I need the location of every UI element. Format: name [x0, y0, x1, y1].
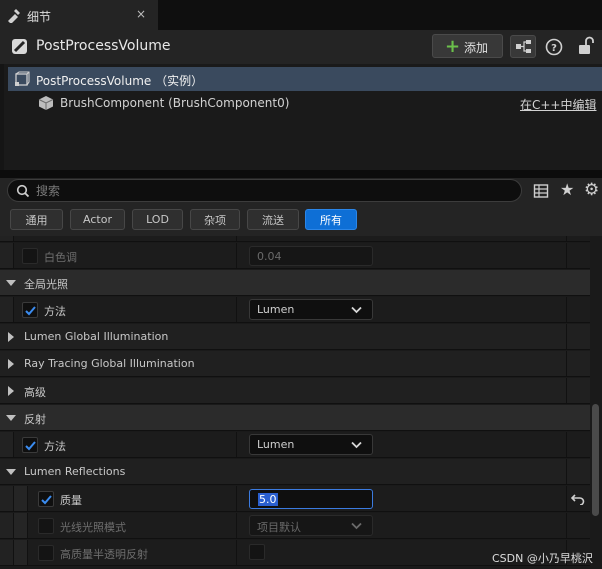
white-tint-checkbox[interactable]	[22, 248, 38, 264]
chevron-down-icon	[6, 469, 16, 475]
cube-icon	[38, 96, 54, 110]
filter-actor-button[interactable]: Actor	[70, 209, 125, 230]
property-row-ray-lighting-mode: 光线光照模式 项目默认	[0, 513, 590, 539]
details-icon	[8, 9, 20, 23]
filter-general-button[interactable]: 通用	[10, 209, 63, 230]
hq-translucency-value-checkbox[interactable]	[249, 544, 265, 560]
gi-method-checkbox[interactable]	[22, 302, 38, 318]
gi-method-label: 方法	[44, 305, 66, 318]
tree-item-brush-component[interactable]: BrushComponent (BrushComponent0) 在C++中编辑	[8, 91, 602, 115]
filter-lod-button[interactable]: LOD	[132, 209, 183, 230]
group-label: 高级	[24, 386, 46, 399]
property-row-gi-method: 方法 Lumen	[0, 297, 590, 323]
filter-all-button[interactable]: 所有	[305, 209, 357, 230]
category-label: 反射	[24, 413, 46, 426]
chevron-right-icon	[8, 332, 14, 342]
actor-instance-icon	[15, 71, 30, 86]
quality-checkbox[interactable]	[38, 491, 54, 507]
search-icon	[16, 184, 30, 198]
tab-details[interactable]: 细节 ×	[0, 0, 158, 30]
reset-to-default-icon[interactable]	[571, 493, 585, 505]
svg-text:?: ?	[551, 43, 557, 54]
chevron-down-icon	[351, 441, 362, 449]
filter-row: 通用 Actor LOD 杂项 流送 所有	[0, 206, 602, 236]
tab-bar: 细节 ×	[0, 0, 602, 30]
tree-item-label: PostProcessVolume （实例）	[36, 74, 204, 88]
blueprint-button[interactable]	[510, 35, 536, 58]
group-lumen-reflections[interactable]: Lumen Reflections	[0, 459, 590, 485]
quality-value: 5.0	[258, 493, 278, 506]
checkmark-icon	[25, 441, 36, 451]
white-tint-field[interactable]: 0.04	[249, 246, 373, 266]
details-header: PostProcessVolume + 添加 ?	[0, 30, 602, 64]
post-process-volume-icon	[12, 39, 27, 54]
white-tint-label: 白色调	[44, 251, 77, 264]
lock-icon[interactable]	[577, 36, 595, 56]
object-title: PostProcessVolume	[36, 38, 171, 54]
property-row-white-tint: 白色调 0.04	[0, 243, 590, 269]
search-box	[7, 179, 522, 202]
group-ray-tracing-global-illumination[interactable]: Ray Tracing Global Illumination	[0, 351, 590, 377]
chevron-down-icon	[6, 415, 16, 421]
star-icon[interactable]: ★	[560, 180, 574, 199]
chevron-down-icon	[351, 522, 362, 530]
filter-streaming-button[interactable]: 流送	[247, 209, 299, 230]
scrollbar-track[interactable]	[590, 236, 602, 569]
add-component-button[interactable]: + 添加	[432, 34, 503, 58]
tree-item-label: BrushComponent (BrushComponent0)	[60, 96, 290, 110]
component-tree: PostProcessVolume （实例） BrushComponent (B…	[4, 64, 602, 170]
gi-method-dropdown[interactable]: Lumen	[249, 299, 373, 320]
group-advanced[interactable]: 高级	[0, 378, 590, 404]
gi-method-value: Lumen	[257, 303, 295, 316]
tree-item-post-process-volume[interactable]: PostProcessVolume （实例）	[8, 67, 602, 91]
checkmark-icon	[41, 495, 52, 505]
watermark: CSDN @小乃早桃沢	[492, 552, 593, 565]
reflection-method-dropdown[interactable]: Lumen	[249, 434, 373, 455]
reflection-method-value: Lumen	[257, 438, 295, 451]
ray-lighting-label: 光线光照模式	[60, 521, 126, 534]
reflection-method-checkbox[interactable]	[22, 437, 38, 453]
group-label: Ray Tracing Global Illumination	[24, 357, 195, 370]
hq-translucency-label: 高质量半透明反射	[60, 548, 148, 561]
group-label: Lumen Global Illumination	[24, 330, 169, 343]
search-row: ★ ⚙	[0, 178, 602, 206]
category-reflections[interactable]: 反射	[0, 405, 590, 431]
property-row-partial	[0, 236, 590, 242]
white-tint-value: 0.04	[257, 250, 282, 263]
ray-lighting-dropdown[interactable]: 项目默认	[249, 515, 373, 536]
edit-in-cpp-link[interactable]: 在C++中编辑	[520, 96, 597, 113]
hq-translucency-checkbox[interactable]	[38, 545, 54, 561]
blueprint-hierarchy-icon	[516, 40, 531, 53]
scrollbar-thumb[interactable]	[592, 404, 599, 516]
tab-title: 细节	[27, 10, 52, 24]
gear-icon[interactable]: ⚙	[584, 180, 599, 200]
group-lumen-global-illumination[interactable]: Lumen Global Illumination	[0, 324, 590, 350]
chevron-down-icon	[6, 280, 16, 286]
help-icon[interactable]: ?	[545, 38, 563, 56]
add-label: 添加	[464, 41, 489, 55]
checkmark-icon	[25, 306, 36, 316]
close-icon[interactable]: ×	[136, 7, 146, 21]
chevron-right-icon	[8, 386, 14, 396]
plus-icon: +	[445, 36, 461, 57]
quality-label: 质量	[60, 494, 82, 507]
property-row-quality: 质量 5.0	[0, 486, 590, 512]
filter-misc-button[interactable]: 杂项	[190, 209, 240, 230]
group-label: Lumen Reflections	[24, 465, 126, 478]
property-grid: 白色调 0.04 全局光照 方法 Lumen Lumen Global Illu…	[0, 236, 602, 569]
property-row-reflection-method: 方法 Lumen	[0, 432, 590, 458]
category-global-illumination[interactable]: 全局光照	[0, 270, 590, 296]
ray-lighting-value: 项目默认	[257, 521, 301, 534]
search-input[interactable]	[36, 182, 506, 199]
chevron-right-icon	[8, 359, 14, 369]
reflection-method-label: 方法	[44, 440, 66, 453]
chevron-down-icon	[351, 306, 362, 314]
ray-lighting-checkbox[interactable]	[38, 518, 54, 534]
property-matrix-icon[interactable]	[533, 183, 549, 199]
category-label: 全局光照	[24, 278, 68, 291]
quality-input[interactable]: 5.0	[249, 489, 373, 509]
splitter[interactable]	[0, 170, 602, 178]
